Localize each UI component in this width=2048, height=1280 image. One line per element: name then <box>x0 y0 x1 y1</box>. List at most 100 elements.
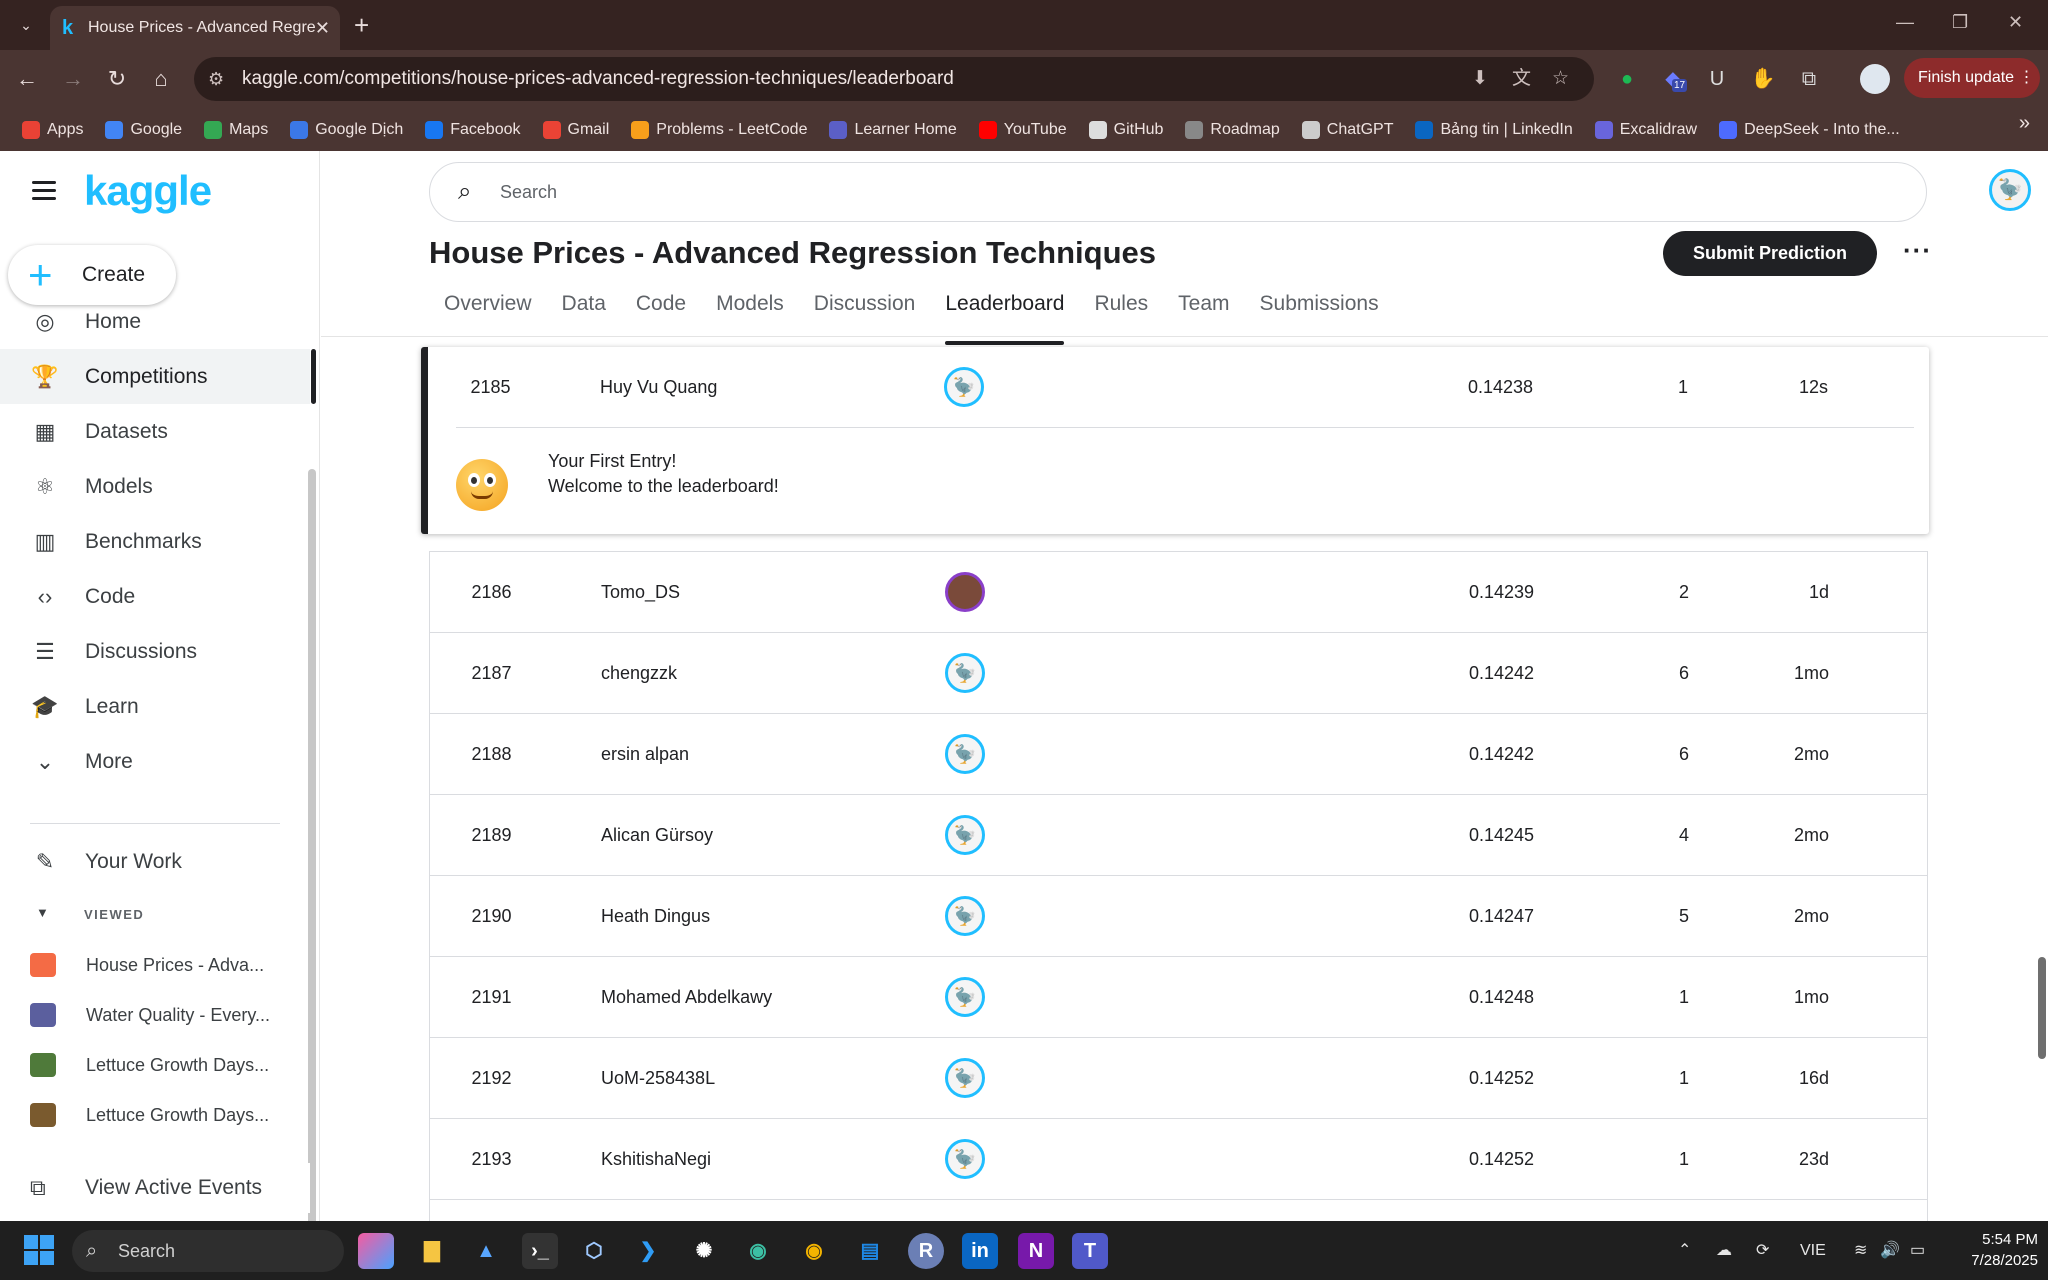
install-app-icon[interactable]: ⬇ <box>1472 57 1488 101</box>
sidebar-item-benchmarks[interactable]: ▥ Benchmarks <box>0 514 310 569</box>
table-row[interactable]: 2193 KshitishaNegi 0.14252 1 23d 🦤 <box>429 1119 1928 1200</box>
teams-icon[interactable]: T <box>1072 1233 1108 1269</box>
profile-avatar[interactable] <box>1860 64 1890 94</box>
sidebar-item-discussions[interactable]: ☰ Discussions <box>0 624 310 679</box>
bookmark-item[interactable]: GitHub <box>1088 120 1163 139</box>
bookmark-item[interactable]: Roadmap <box>1185 120 1280 139</box>
view-active-events-link[interactable]: ⧉ View Active Events <box>0 1163 310 1213</box>
table-row[interactable]: 2185 Huy Vu Quang 🦤 0.14238 1 12s <box>428 347 1928 428</box>
more-options-icon[interactable]: ··· <box>1903 235 1932 266</box>
address-bar[interactable]: ⚙ kaggle.com/competitions/house-prices-a… <box>194 57 1594 101</box>
u-extension-icon[interactable]: U <box>1702 65 1732 93</box>
extensions-puzzle-icon[interactable]: ⧉ <box>1794 65 1824 93</box>
user-avatar[interactable]: 🦤 <box>1989 169 2031 211</box>
forward-icon[interactable]: → <box>58 64 88 94</box>
team-name-cell[interactable]: Alican Gürsoy <box>601 795 713 875</box>
bookmark-item[interactable]: Learner Home <box>829 120 957 139</box>
sidebar-item-your-work[interactable]: ✎ Your Work <box>0 834 310 889</box>
photos-icon[interactable]: ▲ <box>468 1233 504 1269</box>
team-name-cell[interactable]: chengzzk <box>601 633 677 713</box>
table-row[interactable]: 2187 chengzzk 0.14242 6 1mo 🦤 <box>429 633 1928 714</box>
tab-submissions[interactable]: Submissions <box>1245 281 1394 337</box>
edge-icon[interactable]: ◉ <box>740 1233 776 1269</box>
new-tab-icon[interactable]: + <box>354 10 369 40</box>
tab-team[interactable]: Team <box>1163 281 1244 337</box>
site-info-icon[interactable]: ⚙ <box>208 57 224 101</box>
minimize-icon[interactable]: — <box>1896 12 1914 33</box>
search-input[interactable]: ⌕ Search <box>429 162 1927 222</box>
team-name-cell[interactable]: ersin alpan <box>601 714 689 794</box>
window-close-icon[interactable]: ✕ <box>2008 12 2023 33</box>
reload-icon[interactable]: ↻ <box>102 64 132 94</box>
sidebar-item-learn[interactable]: 🎓 Learn <box>0 679 310 734</box>
bookmarks-more-icon[interactable]: » <box>2019 112 2030 135</box>
hand-extension-icon[interactable]: ✋ <box>1748 65 1778 93</box>
table-row[interactable]: 2188 ersin alpan 0.14242 6 2mo 🦤 <box>429 714 1928 795</box>
table-row[interactable]: 2192 UoM-258438L 0.14252 1 16d 🦤 <box>429 1038 1928 1119</box>
battery-icon[interactable]: ▭ <box>1910 1221 1925 1280</box>
hamburger-menu-icon[interactable] <box>32 181 56 201</box>
browser-tab[interactable]: k House Prices - Advanced Regre ✕ <box>50 6 340 50</box>
tab-data[interactable]: Data <box>547 281 621 337</box>
page-scrollbar[interactable] <box>2038 957 2046 1059</box>
team-avatar[interactable]: 🦤 <box>945 734 985 774</box>
bookmark-item[interactable]: Bảng tin | LinkedIn <box>1415 120 1573 139</box>
team-name-cell[interactable]: Mohamed Abdelkawy <box>601 957 772 1037</box>
finish-update-button[interactable]: Finish update ⋮ <box>1904 58 2040 98</box>
translate-icon[interactable]: 文 <box>1512 57 1531 101</box>
sidebar-item-competitions[interactable]: 🏆 Competitions <box>0 349 316 404</box>
bookmark-item[interactable]: Google Dịch <box>290 120 403 139</box>
team-avatar[interactable]: 🦤 <box>945 896 985 936</box>
team-name-cell[interactable]: KshitishaNegi <box>601 1119 711 1199</box>
chrome-icon[interactable]: ◉ <box>796 1233 832 1269</box>
team-avatar[interactable] <box>945 572 985 612</box>
sync-icon[interactable]: ⟳ <box>1756 1221 1769 1280</box>
table-row[interactable]: 2189 Alican Gürsoy 0.14245 4 2mo 🦤 <box>429 795 1928 876</box>
onenote-icon[interactable]: N <box>1018 1233 1054 1269</box>
virtualbox-icon[interactable]: ⬡ <box>576 1233 612 1269</box>
sidebar-item-models[interactable]: ⚛ Models <box>0 459 310 514</box>
system-clock[interactable]: 5:54 PM 7/28/2025 <box>1944 1229 2038 1271</box>
terminal-icon[interactable]: ›_ <box>522 1233 558 1269</box>
close-tab-icon[interactable]: ✕ <box>315 6 330 50</box>
tab-overview[interactable]: Overview <box>429 281 547 337</box>
bookmark-item[interactable]: Facebook <box>425 120 521 139</box>
caret-down-icon[interactable]: ▼ <box>36 905 49 920</box>
team-avatar[interactable]: 🦤 <box>945 1058 985 1098</box>
bookmark-item[interactable]: Google <box>105 120 182 139</box>
input-language[interactable]: VIE <box>1800 1221 1826 1280</box>
tab-leaderboard[interactable]: Leaderboard <box>930 281 1079 345</box>
table-row[interactable]: 2186 Tomo_DS 0.14239 2 1d <box>429 552 1928 633</box>
table-row[interactable]: 2191 Mohamed Abdelkawy 0.14248 1 1mo 🦤 <box>429 957 1928 1038</box>
sidebar-item-more[interactable]: ⌄ More <box>0 734 310 789</box>
table-row[interactable]: 2190 Heath Dingus 0.14247 5 2mo 🦤 <box>429 876 1928 957</box>
sidebar-item-datasets[interactable]: ▦ Datasets <box>0 404 310 459</box>
r-studio-icon[interactable]: R <box>908 1233 944 1269</box>
bookmark-item[interactable]: Apps <box>22 120 83 139</box>
grammarly-icon[interactable]: ● <box>1612 65 1642 93</box>
chatgpt-icon[interactable]: ✺ <box>686 1233 722 1269</box>
restore-icon[interactable]: ❐ <box>1952 12 1968 33</box>
tab-discussion[interactable]: Discussion <box>799 281 931 337</box>
file-explorer-icon[interactable]: ▇ <box>414 1233 450 1269</box>
linkedin-icon[interactable]: in <box>962 1233 998 1269</box>
bookmark-item[interactable]: Problems - LeetCode <box>631 120 807 139</box>
vscode-icon[interactable]: ❯ <box>630 1233 666 1269</box>
back-icon[interactable]: ← <box>12 64 42 94</box>
team-avatar[interactable]: 🦤 <box>945 1139 985 1179</box>
tab-code[interactable]: Code <box>621 281 701 337</box>
team-avatar[interactable]: 🦤 <box>945 815 985 855</box>
team-avatar[interactable]: 🦤 <box>945 977 985 1017</box>
team-avatar[interactable]: 🦤 <box>945 653 985 693</box>
tray-expand-icon[interactable]: ⌃ <box>1678 1221 1691 1280</box>
store-icon[interactable]: ▤ <box>852 1233 888 1269</box>
team-name-cell[interactable]: UoM-258438L <box>601 1038 715 1118</box>
recent-item[interactable]: Lettuce Growth Days... <box>0 1095 300 1135</box>
bookmark-item[interactable]: Maps <box>204 120 268 139</box>
onedrive-icon[interactable]: ☁ <box>1716 1221 1732 1280</box>
tab-search-icon[interactable]: ⌄ <box>12 11 40 39</box>
windows-start-icon[interactable] <box>24 1235 54 1265</box>
recent-item[interactable]: Lettuce Growth Days... <box>0 1045 300 1085</box>
bookmark-item[interactable]: Gmail <box>542 120 609 139</box>
volume-icon[interactable]: 🔊 <box>1880 1221 1900 1280</box>
